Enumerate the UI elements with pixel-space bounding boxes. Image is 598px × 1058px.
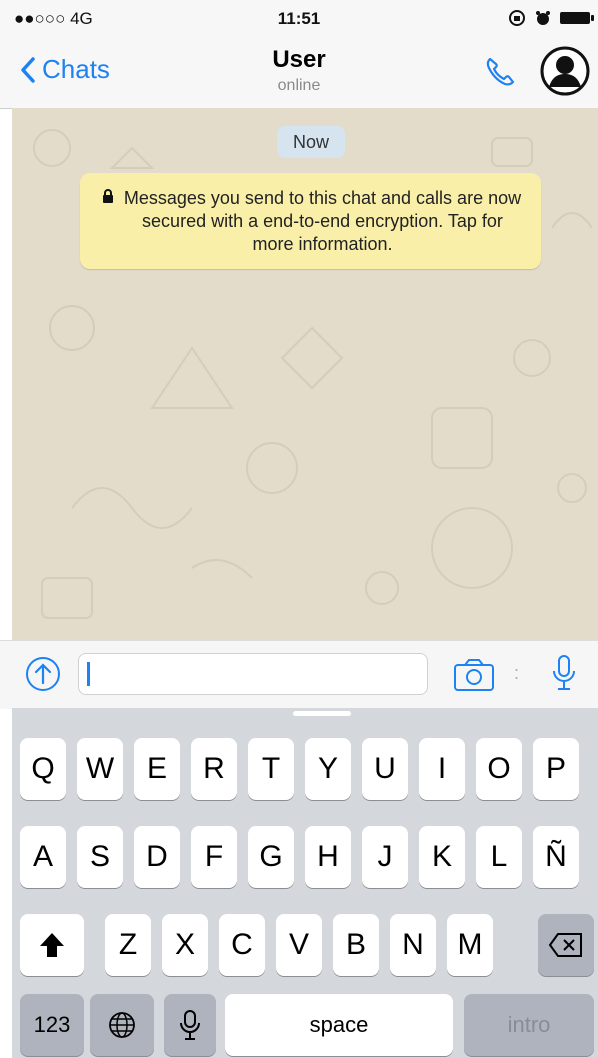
globe-key[interactable] xyxy=(90,994,154,1056)
key-b[interactable]: B xyxy=(333,914,379,976)
orientation-lock-icon xyxy=(509,10,525,26)
status-icons xyxy=(508,9,594,27)
key-r[interactable]: R xyxy=(191,738,237,800)
date-label: Now xyxy=(277,126,345,158)
key-i[interactable]: I xyxy=(419,738,465,800)
key-q[interactable]: Q xyxy=(20,738,66,800)
text-cursor xyxy=(87,662,90,686)
camera-icon[interactable] xyxy=(452,657,496,693)
microphone-icon[interactable] xyxy=(550,653,578,693)
encryption-notice-text: Messages you send to this chat and calls… xyxy=(123,188,522,254)
key-y[interactable]: Y xyxy=(305,738,351,800)
space-key[interactable]: space xyxy=(225,994,453,1056)
shift-icon xyxy=(40,933,64,957)
message-input-bar: : xyxy=(0,640,598,709)
avatar-icon[interactable] xyxy=(540,46,590,96)
key-m[interactable]: M xyxy=(447,914,493,976)
key-n[interactable]: N xyxy=(390,914,436,976)
key-n-tilde[interactable]: Ñ xyxy=(533,826,579,888)
backspace-key[interactable] xyxy=(538,914,594,976)
shift-key[interactable] xyxy=(20,914,84,976)
return-key[interactable]: intro xyxy=(464,994,594,1056)
microphone-icon xyxy=(180,1010,200,1040)
phone-icon[interactable] xyxy=(480,52,520,92)
key-c[interactable]: C xyxy=(219,914,265,976)
key-h[interactable]: H xyxy=(305,826,351,888)
key-p[interactable]: P xyxy=(533,738,579,800)
key-x[interactable]: X xyxy=(162,914,208,976)
key-w[interactable]: W xyxy=(77,738,123,800)
dictation-key[interactable] xyxy=(164,994,216,1056)
separator-dots: : xyxy=(514,663,520,683)
battery-icon xyxy=(560,12,594,24)
key-l[interactable]: L xyxy=(476,826,522,888)
key-z[interactable]: Z xyxy=(105,914,151,976)
chat-header: Chats User online xyxy=(0,36,598,109)
key-j[interactable]: J xyxy=(362,826,408,888)
message-input[interactable] xyxy=(78,653,428,695)
key-a[interactable]: A xyxy=(20,826,66,888)
key-f[interactable]: F xyxy=(191,826,237,888)
key-v[interactable]: V xyxy=(276,914,322,976)
status-bar: ●●○○○ 4G 11:51 xyxy=(0,0,598,36)
upload-icon[interactable] xyxy=(24,655,62,693)
encryption-notice[interactable]: Messages you send to this chat and calls… xyxy=(80,173,541,269)
key-t[interactable]: T xyxy=(248,738,294,800)
backspace-icon xyxy=(548,933,582,957)
key-e[interactable]: E xyxy=(134,738,180,800)
alarm-icon xyxy=(536,11,550,25)
keyboard: Q W E R T Y U I O P A S D F G H J K L Ñ … xyxy=(12,708,598,1058)
numbers-key[interactable]: 123 xyxy=(20,994,84,1056)
chat-area[interactable]: Now Messages you send to this chat and c… xyxy=(12,108,598,640)
keyboard-grabber xyxy=(293,711,351,716)
key-k[interactable]: K xyxy=(419,826,465,888)
key-d[interactable]: D xyxy=(134,826,180,888)
key-g[interactable]: G xyxy=(248,826,294,888)
lock-icon xyxy=(103,189,113,203)
key-s[interactable]: S xyxy=(77,826,123,888)
globe-icon xyxy=(109,1012,135,1038)
key-u[interactable]: U xyxy=(362,738,408,800)
key-o[interactable]: O xyxy=(476,738,522,800)
